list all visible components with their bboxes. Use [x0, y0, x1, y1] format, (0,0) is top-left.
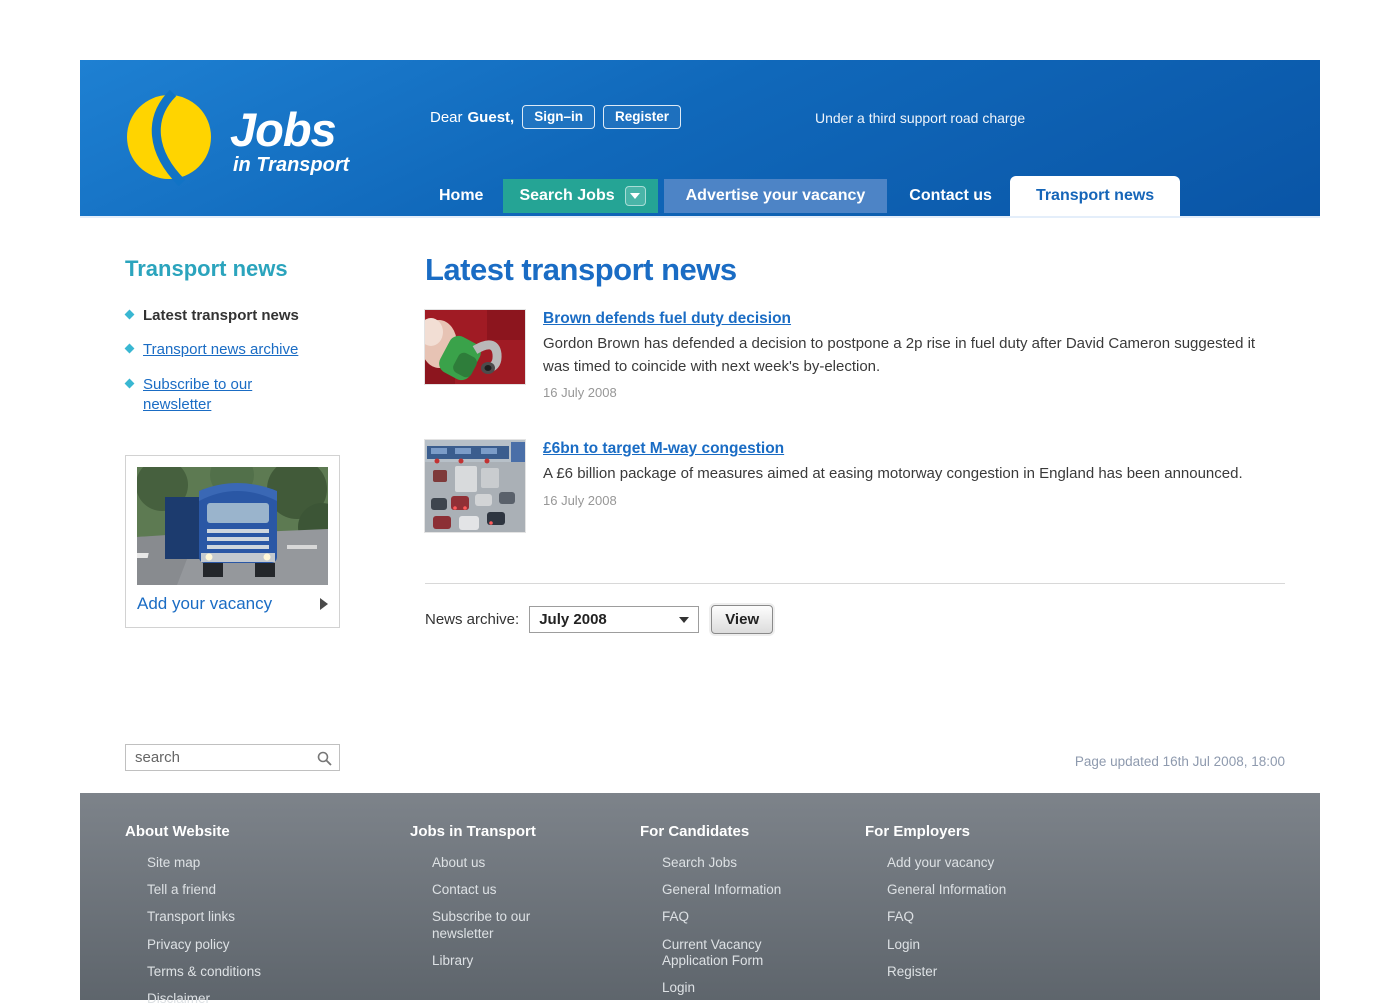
footer-link[interactable]: Search Jobs — [662, 855, 802, 871]
chevron-down-icon — [679, 617, 689, 623]
footer-link[interactable]: FAQ — [887, 909, 1027, 925]
footer-heading: For Employers — [865, 823, 1105, 840]
nav-advertise-vacancy[interactable]: Advertise your vacancy — [664, 179, 888, 213]
logo-line1: Jobs — [230, 106, 349, 153]
news-article: £6bn to target M-way congestion A £6 bil… — [425, 440, 1300, 532]
footer-link[interactable]: General Information — [887, 882, 1027, 898]
footer-link[interactable]: Disclaimer — [147, 991, 287, 1007]
search-input[interactable] — [126, 745, 306, 770]
sidebar-item-label: Transport news archive — [143, 341, 298, 358]
footer-heading: About Website — [125, 823, 410, 840]
footer-link[interactable]: Login — [662, 980, 802, 996]
page-title: Latest transport news — [425, 252, 737, 288]
footer-links: About us Contact us Subscribe to our newsl… — [410, 855, 640, 969]
sign-in-button[interactable]: Sign–in — [522, 105, 595, 129]
footer-link[interactable]: FAQ — [662, 909, 802, 925]
logo-moon-icon — [122, 88, 218, 186]
news-archive-controls: News archive: July 2008 View — [425, 605, 773, 634]
footer-link[interactable]: About us — [432, 855, 572, 871]
footer-link[interactable]: Current Vacancy Application Form — [662, 937, 802, 969]
fuel-pump-photo — [425, 310, 525, 384]
nav-search-jobs-label: Search Jobs — [519, 187, 614, 205]
triangle-right-icon — [320, 598, 328, 610]
footer-link[interactable]: Transport links — [147, 909, 287, 925]
footer-column-jobs-in-transport: Jobs in Transport About us Contact us Subs… — [410, 823, 640, 1000]
truck-photo — [137, 467, 328, 585]
news-ticker-headline[interactable]: Under a third support road charge — [815, 110, 1025, 126]
main-navigation: Home Search Jobs Advertise your vacancy … — [425, 176, 1180, 216]
nav-search-jobs[interactable]: Search Jobs — [503, 179, 657, 213]
sidebar-item-label: Latest transport news — [143, 307, 299, 324]
footer-link[interactable]: Add your vacancy — [887, 855, 1027, 871]
footer-link[interactable]: General Information — [662, 882, 802, 898]
footer-column-for-employers: For Employers Add your vacancy General In… — [865, 823, 1105, 1000]
footer-link[interactable]: Site map — [147, 855, 287, 871]
logo-text: Jobs in Transport — [230, 106, 349, 175]
article-body: Brown defends fuel duty decision Gordon … — [543, 310, 1273, 400]
footer-link[interactable]: Subscribe to our newsletter — [432, 909, 572, 941]
greeting-prefix: Dear — [430, 109, 463, 126]
site-header: Jobs in Transport Dear Guest, Sign–in Re… — [80, 60, 1320, 218]
article-body: £6bn to target M-way congestion A £6 bil… — [543, 440, 1243, 532]
sidebar-item-label: Subscribe to our newsletter — [143, 376, 252, 413]
footer-links: Site map Tell a friend Transport links Priv… — [125, 855, 410, 1007]
archive-month-select[interactable]: July 2008 — [529, 606, 699, 633]
footer-link[interactable]: Privacy policy — [147, 937, 287, 953]
sidebar-item-news-archive[interactable]: Transport news archive — [125, 340, 310, 360]
footer-link[interactable]: Tell a friend — [147, 882, 287, 898]
article-date: 16 July 2008 — [543, 493, 1243, 508]
news-archive-label: News archive: — [425, 611, 519, 628]
magnifier-icon[interactable] — [317, 751, 332, 766]
footer-link[interactable]: Library — [432, 953, 572, 969]
news-article: Brown defends fuel duty decision Gordon … — [425, 310, 1300, 400]
article-summary: A £6 billion package of measures aimed a… — [543, 463, 1243, 486]
view-button[interactable]: View — [711, 605, 773, 634]
footer-links: Add your vacancy General Information FAQ Lo… — [865, 855, 1105, 980]
bullet-diamond-icon — [125, 378, 135, 388]
page-container: Jobs in Transport Dear Guest, Sign–in Re… — [80, 60, 1320, 1000]
footer-column-about-website: About Website Site map Tell a friend Trans… — [125, 823, 410, 1000]
sidebar-menu: Latest transport news Transport news arc… — [125, 306, 310, 429]
greeting-name: Guest, — [468, 109, 515, 126]
footer-link[interactable]: Contact us — [432, 882, 572, 898]
nav-contact-us[interactable]: Contact us — [895, 187, 1006, 205]
sidebar-item-latest-news[interactable]: Latest transport news — [125, 306, 310, 326]
site-logo[interactable]: Jobs in Transport — [122, 88, 349, 186]
logo-line2: in Transport — [233, 155, 349, 175]
bullet-diamond-icon — [125, 344, 135, 354]
article-summary: Gordon Brown has defended a decision to … — [543, 333, 1273, 378]
sidebar-item-subscribe-newsletter[interactable]: Subscribe to our newsletter — [125, 375, 310, 416]
footer-links: Search Jobs General Information FAQ Current… — [640, 855, 865, 996]
article-title-link[interactable]: Brown defends fuel duty decision — [543, 310, 791, 328]
footer-link[interactable]: Terms & conditions — [147, 964, 287, 980]
footer-link[interactable]: Login — [887, 937, 1027, 953]
sidebar-title: Transport news — [125, 256, 288, 282]
footer-heading: Jobs in Transport — [410, 823, 640, 840]
article-date: 16 July 2008 — [543, 385, 1273, 400]
user-greeting: Dear Guest, Sign–in Register — [430, 105, 681, 129]
section-divider — [425, 583, 1285, 584]
footer-link[interactable]: Register — [887, 964, 1027, 980]
archive-selected-value: July 2008 — [539, 611, 607, 628]
nav-home[interactable]: Home — [425, 187, 497, 205]
footer-column-for-candidates: For Candidates Search Jobs General Inform… — [640, 823, 865, 1000]
footer-heading: For Candidates — [640, 823, 865, 840]
site-search — [125, 744, 340, 771]
bullet-diamond-icon — [125, 310, 135, 320]
article-title-link[interactable]: £6bn to target M-way congestion — [543, 440, 784, 458]
search-jobs-dropdown-icon[interactable] — [625, 186, 646, 206]
motorway-photo — [425, 440, 525, 532]
nav-tab-transport-news[interactable]: Transport news — [1010, 176, 1180, 216]
add-vacancy-link[interactable]: Add your vacancy — [137, 594, 272, 614]
add-vacancy-row: Add your vacancy — [137, 594, 328, 614]
site-footer: About Website Site map Tell a friend Trans… — [80, 793, 1320, 1000]
add-vacancy-promo-box[interactable]: Add your vacancy — [125, 455, 340, 628]
page-updated-timestamp: Page updated 16th Jul 2008, 18:00 — [1075, 754, 1285, 769]
register-button[interactable]: Register — [603, 105, 681, 129]
